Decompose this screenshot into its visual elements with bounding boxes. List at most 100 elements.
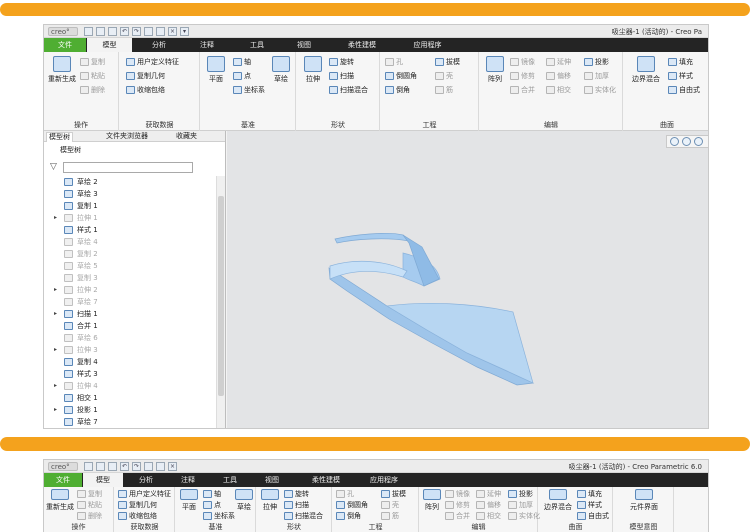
tab-applications[interactable]: 应用程序 bbox=[358, 473, 410, 487]
freestyle-button[interactable]: 自由式 bbox=[577, 511, 609, 521]
tab-flexible-modeling[interactable]: 柔性建模 bbox=[332, 38, 392, 52]
chamfer-button[interactable]: 倒角 bbox=[385, 85, 410, 95]
draft-button[interactable]: 拔模 bbox=[435, 57, 460, 67]
redo-icon[interactable]: ↷ bbox=[132, 462, 141, 471]
project-button[interactable]: 投影 bbox=[584, 57, 609, 67]
close-window-icon[interactable]: × bbox=[168, 27, 177, 36]
tab-tools[interactable]: 工具 bbox=[237, 38, 277, 52]
tree-item[interactable]: 复制 3 bbox=[44, 272, 216, 284]
filter-icon[interactable]: ▽ bbox=[50, 163, 57, 172]
copy-button[interactable]: 复制 bbox=[80, 57, 105, 67]
pattern-button[interactable]: 阵列 bbox=[421, 489, 443, 512]
extend-button[interactable]: 延伸 bbox=[546, 57, 571, 67]
new-file-icon[interactable] bbox=[84, 462, 93, 471]
plane-button[interactable]: 平面 bbox=[202, 56, 230, 84]
open-folder-icon[interactable] bbox=[96, 27, 105, 36]
delete-button[interactable]: 删除 bbox=[80, 85, 105, 95]
rib-button[interactable]: 筋 bbox=[381, 511, 399, 521]
tree-item[interactable]: 草绘 7 bbox=[44, 416, 216, 428]
shell-button[interactable]: 壳 bbox=[435, 71, 453, 81]
expand-arrow-icon[interactable]: ▸ bbox=[54, 308, 57, 320]
mirror-button[interactable]: 镜像 bbox=[510, 57, 535, 67]
open-folder-icon[interactable] bbox=[96, 462, 105, 471]
solidify-button[interactable]: 实体化 bbox=[584, 85, 616, 95]
tab-model-tree[interactable]: 模型树 bbox=[46, 132, 73, 142]
undo-icon[interactable]: ↶ bbox=[120, 462, 129, 471]
tab-model[interactable]: 模型 bbox=[83, 473, 123, 487]
expand-arrow-icon[interactable]: ▸ bbox=[54, 344, 57, 356]
tree-item[interactable]: ▸ 拉伸 2 bbox=[44, 284, 216, 296]
delete-button[interactable]: 删除 bbox=[77, 511, 102, 521]
style-button[interactable]: 样式 bbox=[668, 71, 693, 81]
tab-applications[interactable]: 应用程序 bbox=[400, 38, 455, 52]
redo-icon[interactable]: ↷ bbox=[132, 27, 141, 36]
boundary-blend-button[interactable]: 边界混合 bbox=[626, 56, 666, 84]
rib-button[interactable]: 筋 bbox=[435, 85, 453, 95]
tab-analysis[interactable]: 分析 bbox=[128, 473, 164, 487]
tab-folder-browser[interactable]: 文件夹浏览器 bbox=[104, 132, 150, 142]
tree-item[interactable]: 复制 2 bbox=[44, 248, 216, 260]
tree-item[interactable]: 样式 4 bbox=[44, 428, 216, 429]
sketch-button[interactable]: 草绘 bbox=[267, 56, 295, 84]
thicken-button[interactable]: 加厚 bbox=[508, 500, 533, 510]
user-defined-feature-button[interactable]: 用户定义特征 bbox=[126, 57, 179, 67]
sweep-button[interactable]: 扫描 bbox=[284, 500, 309, 510]
draft-button[interactable]: 拔模 bbox=[381, 489, 406, 499]
tree-item[interactable]: 复制 1 bbox=[44, 200, 216, 212]
tree-search-input[interactable] bbox=[63, 162, 193, 173]
plane-button[interactable]: 平面 bbox=[177, 489, 201, 512]
save-icon[interactable] bbox=[108, 27, 117, 36]
regenerate-button[interactable]: 重新生成 bbox=[45, 489, 75, 512]
tab-favorites[interactable]: 收藏夹 bbox=[174, 132, 199, 142]
regenerate-icon[interactable] bbox=[144, 462, 153, 471]
tree-item[interactable]: ▸ 拉伸 3 bbox=[44, 344, 216, 356]
element-interface-button[interactable]: 元件界面 bbox=[618, 489, 670, 512]
tab-analysis[interactable]: 分析 bbox=[139, 38, 179, 52]
tree-item[interactable]: 草绘 4 bbox=[44, 236, 216, 248]
regenerate-icon[interactable] bbox=[144, 27, 153, 36]
shrinkwrap-button[interactable]: 收缩包络 bbox=[126, 85, 165, 95]
tree-item[interactable]: 相交 1 bbox=[44, 392, 216, 404]
tab-file[interactable]: 文件 bbox=[44, 38, 86, 52]
merge-button[interactable]: 合并 bbox=[510, 85, 535, 95]
solidify-button[interactable]: 实体化 bbox=[508, 511, 540, 521]
swept-blend-button[interactable]: 扫描混合 bbox=[329, 85, 368, 95]
trim-button[interactable]: 修剪 bbox=[445, 500, 470, 510]
csys-button[interactable]: 坐标系 bbox=[203, 511, 235, 521]
swept-blend-button[interactable]: 扫描混合 bbox=[284, 511, 323, 521]
tree-item[interactable]: 草绘 5 bbox=[44, 260, 216, 272]
freestyle-button[interactable]: 自由式 bbox=[668, 85, 700, 95]
pattern-button[interactable]: 阵列 bbox=[483, 56, 507, 84]
axis-button[interactable]: 轴 bbox=[203, 489, 221, 499]
tab-annotate[interactable]: 注释 bbox=[170, 473, 206, 487]
user-defined-feature-button[interactable]: 用户定义特征 bbox=[118, 489, 171, 499]
round-button[interactable]: 倒圆角 bbox=[336, 500, 368, 510]
sweep-button[interactable]: 扫描 bbox=[329, 71, 354, 81]
tab-tools[interactable]: 工具 bbox=[212, 473, 248, 487]
tree-item[interactable]: ▸ 扫描 1 bbox=[44, 308, 216, 320]
copy-geometry-button[interactable]: 复制几何 bbox=[126, 71, 165, 81]
tree-item[interactable]: ▸ 投影 1 bbox=[44, 404, 216, 416]
tree-item[interactable]: 复制 4 bbox=[44, 356, 216, 368]
shrinkwrap-button[interactable]: 收缩包络 bbox=[118, 511, 157, 521]
paste-button[interactable]: 粘贴 bbox=[80, 71, 105, 81]
project-button[interactable]: 投影 bbox=[508, 489, 533, 499]
revolve-button[interactable]: 旋转 bbox=[284, 489, 309, 499]
style-button[interactable]: 样式 bbox=[577, 500, 602, 510]
customize-dropdown-icon[interactable]: ▾ bbox=[180, 27, 189, 36]
graphics-area[interactable] bbox=[227, 131, 708, 428]
copy-button[interactable]: 复制 bbox=[77, 489, 102, 499]
fill-button[interactable]: 填充 bbox=[577, 489, 602, 499]
tree-item[interactable]: 合并 1 bbox=[44, 320, 216, 332]
tab-view[interactable]: 视图 bbox=[254, 473, 290, 487]
point-button[interactable]: 点 bbox=[233, 71, 251, 81]
tree-item[interactable]: ▸ 拉伸 4 bbox=[44, 380, 216, 392]
tree-item[interactable]: 样式 1 bbox=[44, 224, 216, 236]
windows-icon[interactable] bbox=[156, 27, 165, 36]
tree-item[interactable]: 草绘 2 bbox=[44, 176, 216, 188]
expand-arrow-icon[interactable]: ▸ bbox=[54, 212, 57, 224]
offset-button[interactable]: 偏移 bbox=[546, 71, 571, 81]
extrude-button[interactable]: 拉伸 bbox=[300, 56, 326, 84]
paste-button[interactable]: 粘贴 bbox=[77, 500, 102, 510]
mirror-button[interactable]: 镜像 bbox=[445, 489, 470, 499]
